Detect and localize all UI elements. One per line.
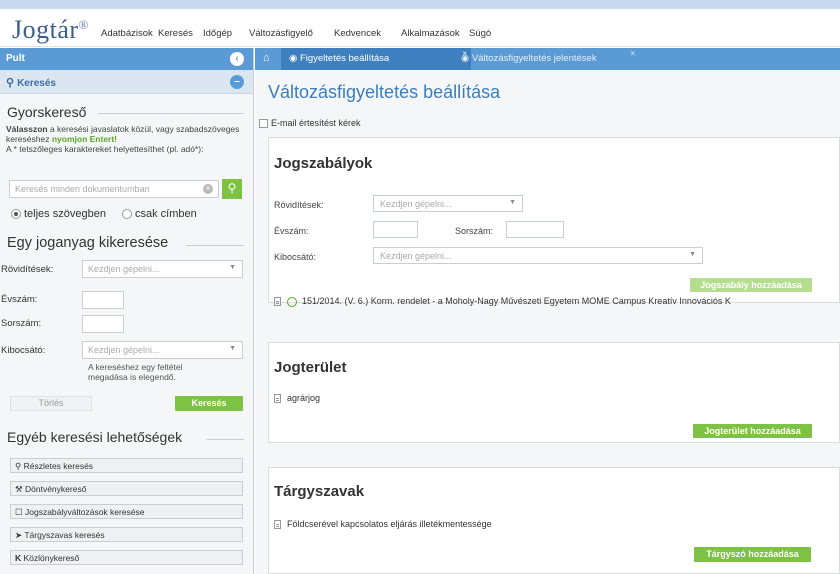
jogterulet-panel: Jogterület agrárjog Jogterület hozzáadás… <box>268 342 840 443</box>
abbr-label: Rövidítések: <box>1 264 54 275</box>
keyword-search-button[interactable]: ➤ Tárgyszavas keresés <box>10 527 243 542</box>
nav-kedvencek[interactable]: Kedvencek <box>334 28 381 39</box>
home-icon: ⌂ <box>263 52 270 64</box>
add-keyword-button[interactable]: Tárgyszó hozzáadása <box>694 547 811 562</box>
law-change-search-button[interactable]: ☐ Jogszabályváltozások keresése <box>10 504 243 519</box>
hint-text: A kereséshez egy feltétel megadása is el… <box>88 362 183 382</box>
caret-down-icon: ▼ <box>689 251 696 258</box>
document-icon[interactable] <box>274 297 281 307</box>
issuer-label: Kibocsátó: <box>274 252 317 262</box>
nav-sugo[interactable]: Súgó <box>469 28 491 39</box>
eye-icon: ◉ <box>461 53 470 64</box>
search-section-header[interactable]: ⚲ Keresés – <box>0 70 253 94</box>
number-label: Sorszám: <box>455 226 494 236</box>
tab-bar: ⌂ ◉ Figyeltetés beállítása × ◉ Változásf… <box>255 48 840 70</box>
top-strip <box>0 0 840 9</box>
main-content: Változásfigyeltetés beállítása E-mail ér… <box>255 70 840 574</box>
other-search-title: Egyéb keresési lehetőségek <box>7 429 183 445</box>
jogterulet-title: Jogterület <box>274 359 347 376</box>
app-header: Jogtár® Adatbázisok Keresés Időgép Válto… <box>0 9 840 47</box>
radio-icon <box>122 209 132 220</box>
divider <box>186 245 244 246</box>
logo[interactable]: Jogtár® <box>12 15 89 45</box>
number-input[interactable] <box>82 315 124 333</box>
targyszo-item: Földcserével kapcsolatos eljárás illeték… <box>274 519 492 530</box>
clear-button[interactable]: Törlés <box>10 396 92 411</box>
caret-down-icon: ▼ <box>229 345 236 352</box>
issuer-label: Kibocsátó: <box>1 345 46 356</box>
year-input[interactable] <box>373 221 418 238</box>
collapse-icon[interactable]: ‹ <box>230 52 244 66</box>
quick-search-input[interactable]: Keresés minden dokumentumban × <box>9 180 219 198</box>
caret-down-icon: ▼ <box>509 199 516 206</box>
email-checkbox-row[interactable]: E-mail értesítést kérek <box>259 118 361 129</box>
nav-idogep[interactable]: Időgép <box>203 28 232 39</box>
year-label: Évszám: <box>274 226 309 236</box>
issuer-select[interactable]: Kezdjen gépelni... ▼ <box>82 341 243 359</box>
gazette-search-button[interactable]: K Közlönykereső <box>10 550 243 565</box>
sidebar-title: Pult <box>6 53 25 64</box>
issuer-select[interactable]: Kezdjen gépelni... ▼ <box>373 247 703 264</box>
tab-figyeltetes-beallitasa[interactable]: ◉ Figyeltetés beállítása × <box>281 48 471 70</box>
sidebar: Pult ‹ ⚲ Keresés – Gyorskereső Válasszon … <box>0 48 254 574</box>
close-icon[interactable]: × <box>630 49 635 58</box>
clear-icon[interactable]: × <box>203 184 213 194</box>
abbr-label: Rövidítések: <box>274 200 324 210</box>
verdict-search-button[interactable]: ⚒ Döntvénykereső <box>10 481 243 496</box>
law-item: 151/2014. (V. 6.) Korm. rendelet - a Moh… <box>274 296 731 307</box>
abbr-select[interactable]: Kezdjen gépelni... ▼ <box>82 260 243 278</box>
number-label: Sorszám: <box>1 318 42 329</box>
jogszabalyok-panel: Jogszabályok Rövidítések: Kezdjen gépeln… <box>268 137 840 307</box>
tab-jelentesek[interactable]: ◉ Változásfigyeltetés jelentések × <box>453 48 643 70</box>
targyszavak-panel: Tárgyszavak Földcserével kapcsolatos elj… <box>268 467 840 574</box>
home-tab[interactable]: ⌂ <box>255 48 281 70</box>
search-icon: ⚲ <box>6 77 15 89</box>
calendar-icon: ☐ <box>15 507 23 517</box>
quick-search-title: Gyorskereső <box>7 104 87 120</box>
search-section-label: Keresés <box>17 78 56 89</box>
jogszabalyok-title: Jogszabályok <box>274 155 373 172</box>
sidebar-header: Pult ‹ <box>0 48 253 70</box>
page-title: Változásfigyeltetés beállítása <box>268 82 501 102</box>
caret-down-icon: ▼ <box>229 264 236 271</box>
clock-icon[interactable] <box>287 296 297 307</box>
quick-search-help: Válasszon a keresési javaslatok közül, v… <box>6 124 240 154</box>
add-law-button[interactable]: Jogszabály hozzáadása <box>690 278 812 292</box>
minus-icon[interactable]: – <box>230 75 244 89</box>
radio-icon <box>11 209 21 220</box>
divider <box>207 439 244 440</box>
number-input[interactable] <box>506 221 564 238</box>
add-area-button[interactable]: Jogterület hozzáadása <box>693 424 812 438</box>
nav-adatbazisok[interactable]: Adatbázisok <box>101 28 153 39</box>
jogterulet-item: agrárjog <box>274 393 320 404</box>
abbr-select[interactable]: Kezdjen gépelni... ▼ <box>373 195 523 212</box>
single-search-title: Egy joganyag kikeresése <box>7 235 169 251</box>
quick-search-button[interactable]: ⚲ <box>222 179 242 199</box>
detailed-search-button[interactable]: ⚲ Részletes keresés <box>10 458 243 473</box>
divider <box>98 113 244 114</box>
targyszavak-title: Tárgyszavak <box>274 483 365 500</box>
document-icon[interactable] <box>274 520 281 530</box>
nav-alkalmazasok[interactable]: Alkalmazások <box>401 28 460 39</box>
search-button[interactable]: Keresés <box>175 396 243 411</box>
tags-icon: ➤ <box>15 530 23 540</box>
document-icon[interactable] <box>274 394 281 404</box>
nav-valtozasfigyelo[interactable]: Változásfigyelő <box>249 28 313 39</box>
radio-title-only[interactable]: csak címben <box>122 208 197 220</box>
eye-icon: ◉ <box>289 53 298 64</box>
radio-full-text[interactable]: teljes szövegben <box>11 208 106 220</box>
year-label: Évszám: <box>1 294 38 305</box>
search-icon: ⚲ <box>15 461 22 471</box>
checkbox-icon[interactable] <box>259 119 268 129</box>
search-icon: ⚲ <box>227 181 237 195</box>
nav-kereses[interactable]: Keresés <box>158 28 193 39</box>
year-input[interactable] <box>82 291 124 309</box>
gavel-icon: ⚒ <box>15 484 23 494</box>
k-icon: K <box>15 553 22 563</box>
